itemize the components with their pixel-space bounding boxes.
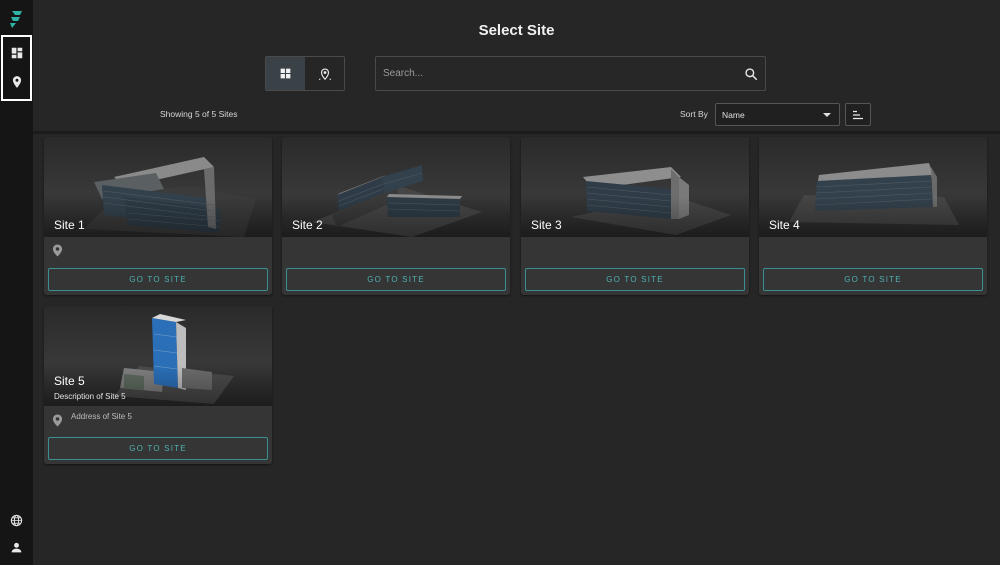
map-view-button[interactable]	[305, 57, 344, 90]
brand-logo-icon[interactable]	[9, 10, 23, 28]
go-to-site-button[interactable]: GO TO SITE	[525, 268, 745, 291]
app-root: Select Site Showing 5 of 5 Sites Sort By…	[0, 0, 1000, 565]
site-card-4: Site 4 GO TO SITE	[759, 137, 987, 295]
location-pin-icon	[52, 414, 63, 427]
grid-view-icon	[280, 68, 291, 79]
divider	[33, 131, 1000, 134]
search-box	[375, 56, 766, 91]
chevron-down-icon	[823, 113, 831, 117]
sort-direction-button[interactable]	[845, 103, 871, 126]
main-content: Select Site Showing 5 of 5 Sites Sort By…	[33, 0, 1000, 565]
go-to-site-button[interactable]: GO TO SITE	[286, 268, 506, 291]
sort-lines-icon	[853, 110, 863, 119]
search-input[interactable]	[376, 57, 731, 90]
sidebar	[0, 0, 33, 565]
sort-label: Sort By	[680, 109, 708, 119]
search-icon[interactable]	[744, 67, 758, 81]
grid-view-button[interactable]	[266, 57, 305, 90]
site-name: Site 2	[292, 218, 323, 232]
sidebar-item-language[interactable]	[0, 510, 33, 530]
site-card-1: Site 1 GO TO SITE	[44, 137, 272, 295]
site-card-5: Site 5 Description of Site 5 Address of …	[44, 306, 272, 464]
site-card-2: Site 2 GO TO SITE	[282, 137, 510, 295]
site-name: Site 4	[769, 218, 800, 232]
site-thumbnail	[44, 306, 272, 406]
site-address: Address of Site 5	[71, 412, 132, 421]
view-mode-toggle	[265, 56, 345, 91]
map-pin-icon	[12, 76, 21, 88]
site-card-3: Site 3 GO TO SITE	[521, 137, 749, 295]
globe-icon	[10, 514, 23, 526]
location-pin-icon	[52, 244, 63, 257]
dashboard-icon	[11, 47, 22, 59]
site-description: Description of Site 5	[54, 392, 126, 401]
results-count: Showing 5 of 5 Sites	[160, 109, 238, 119]
sidebar-item-map[interactable]	[3, 69, 30, 95]
site-name: Site 1	[54, 218, 85, 232]
sidebar-nav	[1, 35, 32, 101]
page-title: Select Site	[478, 22, 555, 39]
sort-select[interactable]: Name	[715, 103, 840, 126]
go-to-site-button[interactable]: GO TO SITE	[48, 268, 268, 291]
site-name: Site 3	[531, 218, 562, 232]
user-icon	[11, 542, 22, 552]
go-to-site-button[interactable]: GO TO SITE	[48, 437, 268, 460]
map-view-icon	[318, 67, 331, 80]
go-to-site-button[interactable]: GO TO SITE	[763, 268, 983, 291]
sidebar-item-dashboard[interactable]	[3, 40, 30, 66]
sidebar-item-account[interactable]	[0, 537, 33, 557]
sort-select-value: Name	[722, 110, 745, 120]
site-name: Site 5	[54, 374, 85, 388]
